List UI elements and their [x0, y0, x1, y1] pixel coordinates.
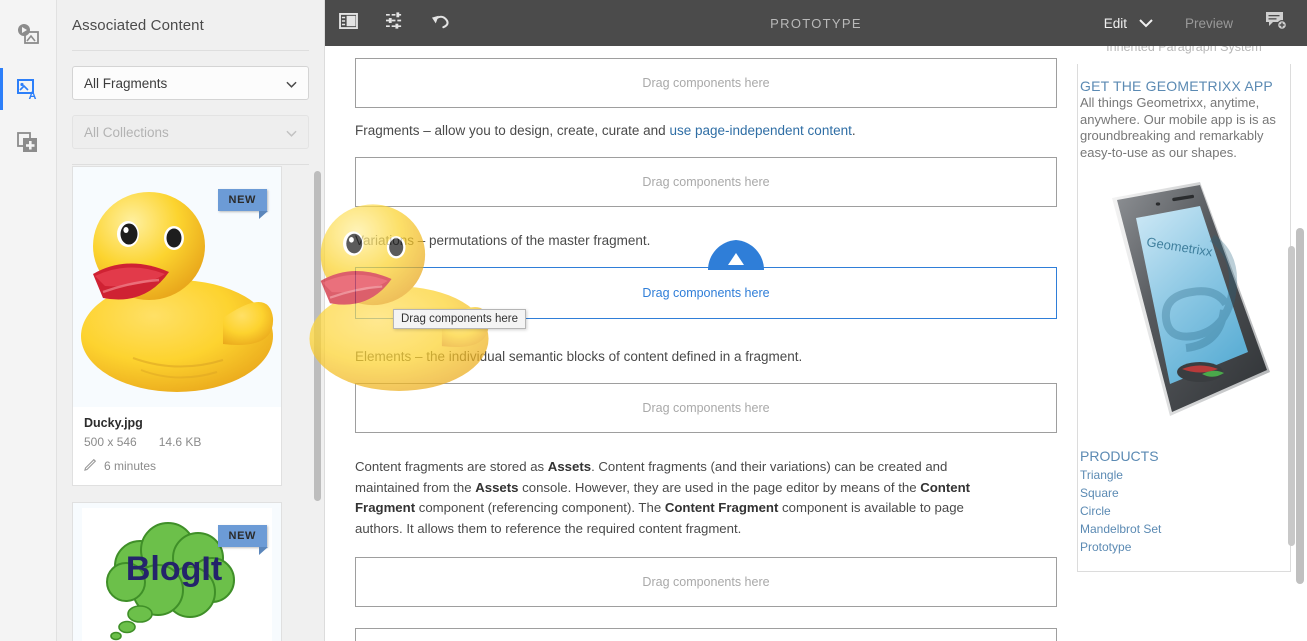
dropzone-wrap: Drag components here	[355, 543, 1057, 617]
para-bold-4: Content Fragment	[664, 500, 779, 516]
undo-button[interactable]	[417, 0, 463, 46]
para-bold-2: Assets	[475, 479, 519, 495]
asset-modified-time: 6 minutes	[104, 459, 157, 473]
fragments-text-suffix: .	[851, 123, 856, 138]
undo-arrow-icon	[430, 12, 451, 35]
asset-meta: Ducky.jpg 500 x 546 14.6 KB 6 minutes	[73, 407, 281, 485]
product-link-mandelbrot-set[interactable]: Mandelbrot Set	[1080, 520, 1288, 538]
assets-icon	[16, 23, 40, 47]
preview-button[interactable]: Preview	[1167, 0, 1251, 46]
dropzone[interactable]: Drag components here	[355, 628, 1057, 641]
panel-title: Associated Content	[72, 17, 204, 34]
chevron-down-icon	[1139, 16, 1153, 31]
fragments-filter-dropdown[interactable]: All Fragments	[72, 66, 309, 100]
dropzone-label: Drag components here	[642, 575, 770, 590]
panel-divider-2	[72, 164, 309, 165]
geometrixx-app-body: All things Geometrixx, anytime, anywhere…	[1080, 95, 1276, 160]
collections-filter-dropdown[interactable]: All Collections	[72, 115, 309, 149]
panel-divider	[72, 50, 309, 51]
product-link-prototype[interactable]: Prototype	[1080, 538, 1288, 556]
list-item[interactable]: NEW	[72, 166, 282, 486]
aside-content-box: GET THE GEOMETRIXX APP All things Geomet…	[1077, 64, 1291, 572]
left-icon-rail: A	[0, 0, 57, 641]
toggle-side-panel-button[interactable]	[325, 0, 371, 46]
product-link-triangle[interactable]: Triangle	[1080, 466, 1288, 484]
panel-scrollbar[interactable]	[314, 171, 321, 501]
fragments-filter-label: All Fragments	[84, 75, 168, 91]
products-heading: PRODUCTS	[1080, 447, 1159, 464]
list-item[interactable]: NEW	[72, 502, 282, 641]
para-seg-4: component (referencing component). The	[415, 500, 665, 516]
asset-card-list: NEW Ducky.jpg 500 x 546 14.6 KB 6 minute…	[57, 166, 324, 641]
editor-toolbar: PROTOTYPE Edit Preview	[325, 0, 1307, 46]
rail-item-associated-content[interactable]: A	[0, 62, 57, 116]
aem-page-editor: A Associated Content All Fragments All C…	[0, 0, 1307, 641]
edit-mode-selector[interactable]: Edit	[1092, 0, 1165, 46]
geometrixx-app-heading: GET THE GEOMETRIXX APP	[1080, 78, 1273, 94]
asset-modified-row: 6 minutes	[84, 458, 270, 474]
pencil-icon	[84, 458, 97, 474]
product-link-square[interactable]: Square	[1080, 484, 1288, 502]
para-bold-1: Assets	[547, 459, 592, 475]
product-link-circle[interactable]: Circle	[1080, 502, 1288, 520]
inherited-paragraph-label: Inherited Paragraph System	[1106, 46, 1262, 54]
rail-item-assets[interactable]	[0, 8, 57, 62]
chevron-down-icon	[286, 127, 297, 138]
preview-label: Preview	[1184, 15, 1233, 31]
products-list: Triangle Square Circle Mandelbrot Set Pr…	[1078, 466, 1290, 563]
dropzone-label: Drag components here	[642, 76, 770, 90]
asset-thumbnail: BlogIt	[73, 503, 281, 641]
aside-scrollbar[interactable]	[1288, 246, 1295, 546]
edit-mode-label: Edit	[1103, 15, 1127, 31]
fragments-text-prefix: Fragments – allow you to design, create,…	[355, 123, 670, 138]
aside-inner: Inherited Paragraph System GET THE GEOME…	[1073, 46, 1295, 572]
page-aside-column: Inherited Paragraph System GET THE GEOME…	[1073, 46, 1295, 641]
dropzone-wrap: Drag components here	[355, 369, 1057, 443]
dropzone[interactable]: Drag components here	[355, 58, 1057, 108]
dropzone-label: Drag components here	[642, 401, 770, 416]
status-badge: NEW	[217, 525, 269, 555]
annotate-icon	[1265, 11, 1288, 35]
drag-tooltip: Drag components here	[393, 309, 526, 329]
dropzone-wrap: Drag components here	[355, 617, 1057, 641]
dropzone-label: Drag components here	[642, 286, 770, 301]
asset-name: Ducky.jpg	[84, 416, 143, 430]
para-seg-3: console. However, they are used in the p…	[518, 479, 921, 495]
elements-description: Elements – the individual semantic block…	[355, 349, 803, 365]
page-properties-button[interactable]	[371, 0, 417, 46]
dropzone[interactable]: Drag components here	[355, 157, 1057, 208]
asset-size: 14.6 KB	[158, 435, 202, 449]
dropzone-wrap: Drag components here	[355, 143, 1057, 217]
dropzone[interactable]: Drag components here	[355, 557, 1057, 608]
main-column: Drag components here Fragments – allow y…	[355, 46, 1057, 641]
dropzone-wrap: Drag components here	[355, 46, 1057, 118]
content-fragments-paragraph: Content fragments are stored as Assets. …	[355, 443, 1015, 543]
page-scrollbar[interactable]	[1296, 228, 1304, 584]
sliders-icon	[385, 12, 404, 34]
status-badge: NEW	[217, 189, 269, 219]
components-icon	[16, 131, 40, 155]
svg-text:BlogIt: BlogIt	[126, 550, 222, 588]
dropzone-label: Drag components here	[642, 175, 770, 190]
toolbar-right-group: Edit Preview	[1092, 0, 1307, 46]
content-fragment-icon: A	[16, 77, 40, 101]
chevron-down-icon	[286, 78, 297, 89]
svg-text:A: A	[29, 90, 37, 101]
geometrixx-phone-image: Geometrixx	[1112, 181, 1270, 416]
asset-dimensions: 500 x 546	[84, 435, 137, 449]
collections-filter-label: All Collections	[84, 124, 169, 140]
phone-image-wrap: Geometrixx	[1078, 162, 1290, 442]
rail-item-components[interactable]	[0, 116, 57, 170]
fragments-description: Fragments – allow you to design, create,…	[355, 118, 1057, 143]
dropzone[interactable]: Drag components here	[355, 383, 1057, 434]
side-panel-icon	[338, 12, 358, 34]
para-seg-1: Content fragments are stored as	[355, 459, 548, 475]
annotate-button[interactable]	[1253, 0, 1299, 46]
page-canvas: Drag components here Fragments – allow y…	[325, 46, 1307, 641]
page-independent-content-link[interactable]: use page-independent content	[669, 123, 851, 138]
asset-dimensions-row: 500 x 546 14.6 KB	[84, 435, 270, 449]
associated-content-panel: Associated Content All Fragments All Col…	[57, 0, 325, 641]
